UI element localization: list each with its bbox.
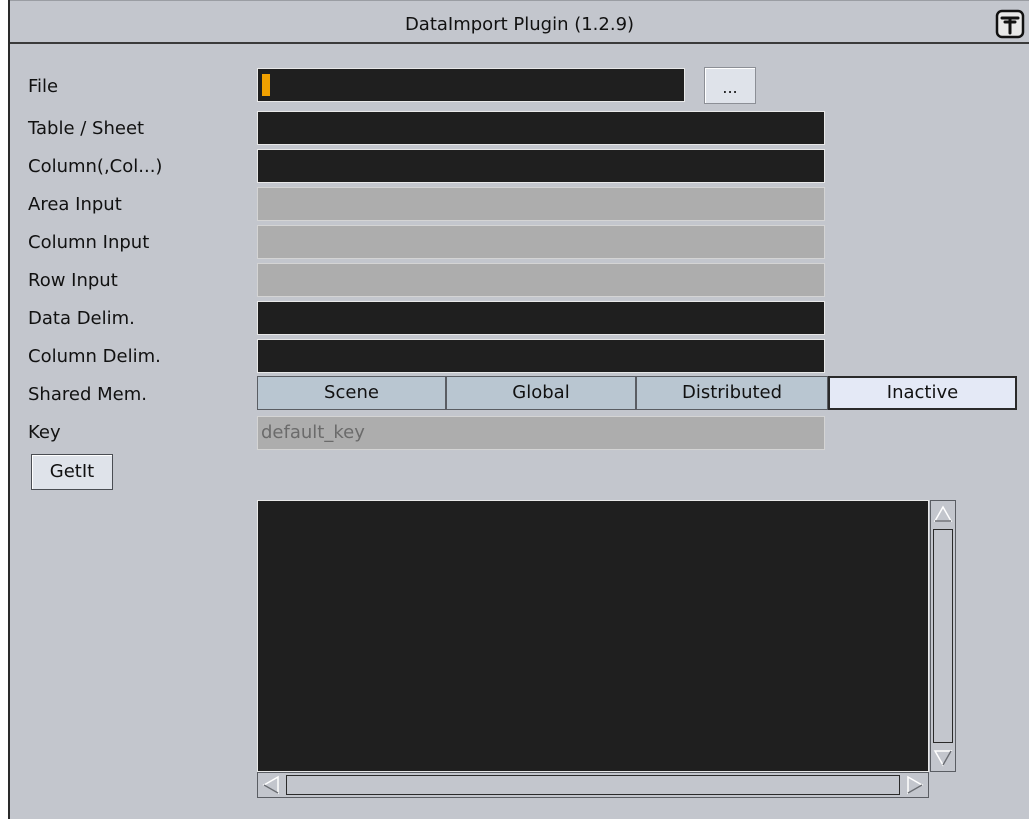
vertical-scrollbar[interactable]	[930, 500, 956, 772]
browse-button[interactable]: ...	[704, 67, 756, 104]
column-delim-input[interactable]	[257, 339, 825, 373]
getit-button[interactable]: GetIt	[31, 454, 113, 490]
horizontal-scroll-thumb[interactable]	[286, 775, 900, 795]
column-input-label: Column Input	[28, 232, 150, 253]
column-delim-label: Column Delim.	[28, 346, 161, 367]
table-sheet-label: Table / Sheet	[28, 118, 145, 139]
scroll-left-arrow-icon[interactable]	[260, 774, 282, 796]
horizontal-scrollbar[interactable]	[257, 772, 929, 798]
key-label: Key	[28, 422, 61, 443]
table-sheet-input[interactable]	[257, 111, 825, 145]
scroll-right-arrow-icon[interactable]	[904, 774, 926, 796]
data-delim-input[interactable]	[257, 301, 825, 335]
shared-mem-inactive-button[interactable]: Inactive	[828, 376, 1017, 410]
output-textarea[interactable]	[257, 500, 929, 772]
text-cursor	[262, 74, 270, 96]
area-input-field	[257, 187, 825, 221]
file-input[interactable]	[257, 68, 685, 102]
row-input-label: Row Input	[28, 270, 118, 291]
window-title: DataImport Plugin (1.2.9)	[404, 14, 635, 35]
scroll-up-arrow-icon[interactable]	[932, 503, 954, 525]
key-input: default_key	[257, 416, 825, 450]
shared-mem-label: Shared Mem.	[28, 384, 147, 405]
vertical-scroll-thumb[interactable]	[933, 529, 953, 743]
scroll-down-arrow-icon[interactable]	[932, 747, 954, 769]
shared-mem-scene-button[interactable]: Scene	[257, 376, 446, 410]
file-label: File	[28, 76, 59, 97]
column-input-field	[257, 225, 825, 259]
shared-mem-global-button[interactable]: Global	[446, 376, 636, 410]
plugin-icon[interactable]	[993, 7, 1029, 43]
column-label: Column(,Col...)	[28, 156, 163, 177]
area-input-label: Area Input	[28, 194, 122, 215]
title-bar: DataImport Plugin (1.2.9)	[10, 0, 1029, 44]
data-delim-label: Data Delim.	[28, 308, 135, 329]
column-input[interactable]	[257, 149, 825, 183]
shared-mem-distributed-button[interactable]: Distributed	[636, 376, 828, 410]
plugin-window: DataImport Plugin (1.2.9) File ... Table…	[8, 0, 1029, 819]
row-input-field	[257, 263, 825, 297]
